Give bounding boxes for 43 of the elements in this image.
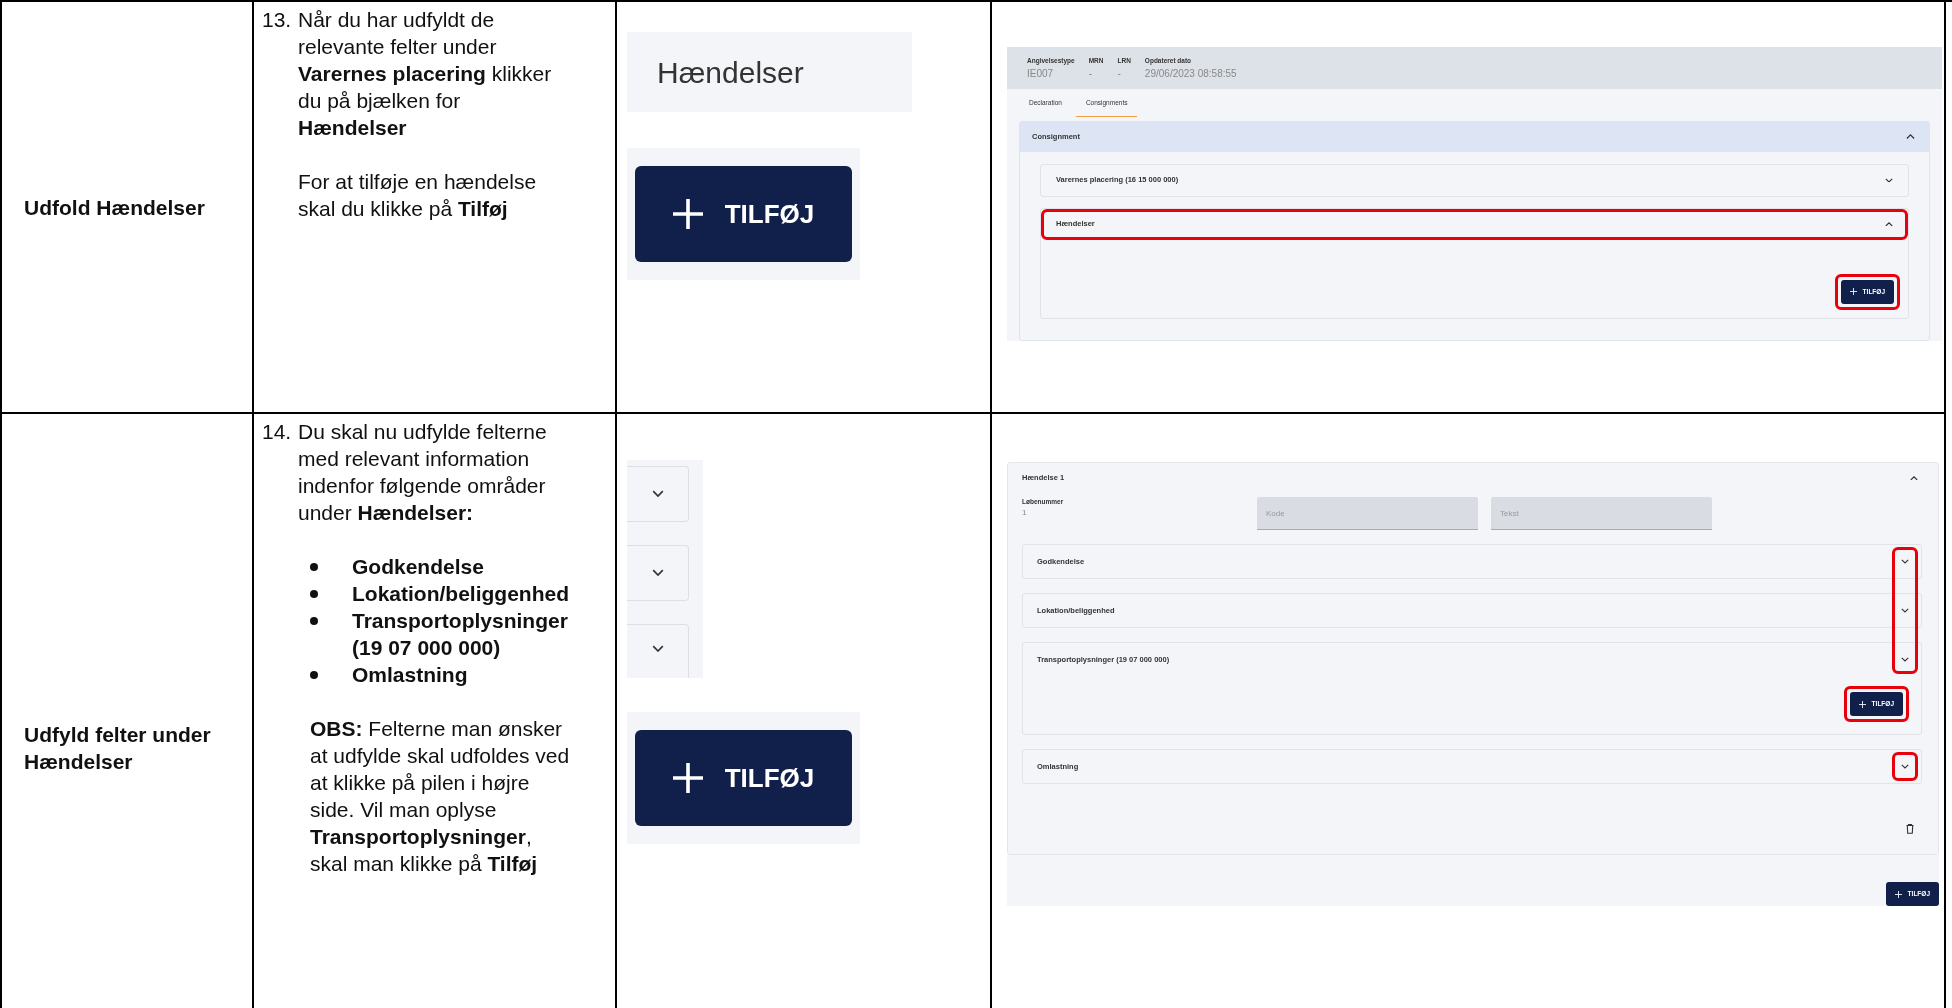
bullet-icon — [310, 590, 318, 598]
chevron-up-icon[interactable] — [1910, 475, 1918, 481]
plus-icon — [672, 763, 703, 793]
bullet-text: Lokation/beliggenhed — [352, 581, 570, 607]
chevron-down-icon[interactable] — [1901, 657, 1909, 662]
chevron-up-icon[interactable] — [1906, 133, 1915, 140]
plus-icon — [1894, 890, 1902, 898]
chevron-down-icon[interactable] — [651, 645, 664, 653]
bullet-text: Omlastning — [352, 662, 469, 688]
step-number: 13. — [261, 7, 293, 33]
field-value: IE007 — [1027, 66, 1055, 81]
add-button[interactable]: TILFØJ — [635, 166, 852, 262]
chevron-down-icon[interactable] — [1901, 764, 1909, 769]
section-header[interactable]: Hændelser — [627, 32, 912, 112]
step-title: Udfold Hændelser — [24, 194, 205, 221]
field-value: 29/06/2023 08:58:55 — [1144, 66, 1237, 81]
bullet-icon — [310, 671, 318, 679]
field-value: 1 — [1022, 506, 1028, 519]
instruction-text: For at tilføje en hændelse skal du klikke på Tilføj — [298, 169, 538, 222]
field-value: - — [1117, 66, 1122, 81]
chevron-down-icon[interactable] — [1901, 559, 1909, 564]
bullet-text: Transportoplysninger (19 07 000 000) — [352, 608, 569, 661]
instruction-text: Når du har udfyldt de relevante felter under Varernes placering klikker du på bjælken for Hændelser — [298, 7, 553, 141]
plus-icon — [672, 199, 703, 229]
add-button[interactable]: TILFØJ — [635, 730, 852, 826]
plus-icon — [1849, 288, 1857, 295]
input-field[interactable]: Kode — [1257, 497, 1478, 530]
bullet-icon — [310, 563, 318, 571]
chevron-down-icon[interactable] — [1885, 177, 1893, 183]
bullet-text: Godkendelse — [352, 554, 485, 580]
chevron-down-icon[interactable] — [1901, 608, 1909, 613]
instruction-text: Du skal nu udfylde felterne med relevant information indenfor følgende områder under Hændelser: — [298, 419, 548, 526]
chevron-up-icon[interactable] — [1885, 221, 1893, 227]
bullet-icon — [310, 617, 318, 625]
chevron-down-icon[interactable] — [651, 490, 664, 498]
field-value: - — [1088, 66, 1094, 81]
plus-icon — [1858, 700, 1866, 708]
chevron-down-icon[interactable] — [651, 569, 664, 577]
input-field[interactable]: Tekst — [1491, 497, 1712, 530]
step-number: 14. — [261, 419, 293, 445]
trash-icon[interactable] — [1906, 824, 1914, 834]
step-title: Udfyld felter under Hændelser — [24, 722, 212, 775]
instruction-text: OBS: Felterne man ønsker at udfylde skal udfoldes ved at klikke på pilen i højre side. Vil man oplyse Transportoplysninger, skal man klikke på Tilføj — [309, 716, 570, 877]
